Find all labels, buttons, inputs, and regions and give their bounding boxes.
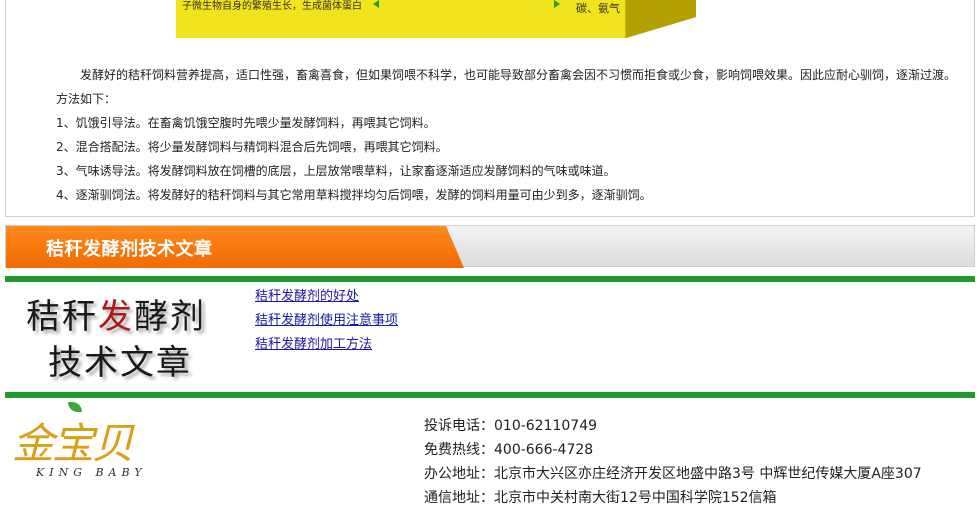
contact-value: 400-666-4728	[494, 442, 594, 458]
method-item: 3、气味诱导法。将发酵饲料放在饲槽的底层，上层放常喂草料，让家畜逐渐适应发酵饲料…	[56, 164, 616, 178]
calligraphy-text-red: 发	[98, 297, 134, 337]
calligraphy-line-1: 秸秆发酵剂	[26, 289, 206, 338]
divider-top	[5, 276, 975, 282]
article-box: 子微生物自身的繁殖生长，生成菌体蛋白 碳、氨气 发酵好的秸秆饲料营养提高，适口性…	[5, 0, 975, 217]
contact-complaint: 投诉电话：010-62110749	[424, 414, 922, 438]
article-link-usage-notes[interactable]: 秸秆发酵剂使用注意事项	[255, 313, 398, 328]
diagram-side-face	[626, 0, 696, 38]
article-link-list: 秸秆发酵剂的好处 秸秆发酵剂使用注意事项 秸秆发酵剂加工方法	[255, 285, 398, 357]
method-item: 4、逐渐驯饲法。将发酵好的秸秆饲料与其它常用草料搅拌均匀后饲喂，发酵的饲料用量可…	[56, 188, 652, 202]
section-title: 秸秆发酵剂技术文章	[46, 239, 213, 260]
diagram-front-face: 子微生物自身的繁殖生长，生成菌体蛋白 碳、氨气	[176, 0, 626, 38]
article-intro: 发酵好的秸秆饲料营养提高，适口性强，畜禽喜食，但如果饲喂不科学，也可能导致部分畜…	[80, 68, 957, 82]
article-text: 发酵好的秸秆饲料营养提高，适口性强，畜禽喜食，但如果饲喂不科学，也可能导致部分畜…	[56, 63, 966, 207]
contact-value: 北京市大兴区亦庄经济开发区地盛中路3号 中辉世纪传媒大厦A座307	[494, 466, 922, 482]
method-item: 2、混合搭配法。将少量发酵饲料与精饲料混合后先饲喂，再喂其它饲料。	[56, 140, 448, 154]
article-link-processing[interactable]: 秸秆发酵剂加工方法	[255, 337, 372, 352]
calligraphy-line-2: 技术文章	[48, 343, 192, 383]
contact-hotline: 免费热线：400-666-4728	[424, 438, 922, 462]
logo-subtext: KING BABY	[36, 466, 147, 479]
logo-text: 金宝贝	[12, 419, 134, 468]
diagram-right-text: 碳、氨气	[576, 2, 620, 15]
list-item: 秸秆发酵剂的好处	[255, 285, 398, 309]
contact-label: 免费热线：	[424, 442, 494, 458]
arrow-right-icon	[554, 0, 560, 8]
divider-bottom	[5, 392, 975, 398]
contact-info: 投诉电话：010-62110749 免费热线：400-666-4728 办公地址…	[424, 414, 922, 510]
contact-value: 010-62110749	[494, 418, 598, 434]
calligraphy-text: 酵剂	[134, 297, 206, 337]
list-item: 秸秆发酵剂使用注意事项	[255, 309, 398, 333]
brand-logo[interactable]: 金宝贝 KING BABY	[8, 402, 188, 492]
contact-label: 办公地址：	[424, 466, 494, 482]
contact-mail: 通信地址：北京市中关村南大街12号中国科学院152信箱	[424, 486, 922, 510]
method-item: 1、饥饿引导法。在畜禽饥饿空腹时先喂少量发酵饲料，再喂其它饲料。	[56, 116, 436, 130]
methods-heading: 方法如下：	[56, 92, 117, 106]
section-header: 秸秆发酵剂技术文章	[5, 225, 975, 268]
diagram-image: 子微生物自身的繁殖生长，生成菌体蛋白 碳、氨气	[176, 0, 696, 40]
contact-label: 通信地址：	[424, 490, 494, 506]
arrow-left-icon	[373, 0, 379, 8]
section-tab: 秸秆发酵剂技术文章	[6, 226, 464, 268]
list-item: 秸秆发酵剂加工方法	[255, 333, 398, 357]
contact-value: 北京市中关村南大街12号中国科学院152信箱	[494, 490, 777, 506]
calligraphy-banner: 秸秆发酵剂 技术文章	[18, 287, 248, 383]
article-link-benefits[interactable]: 秸秆发酵剂的好处	[255, 289, 359, 304]
contact-label: 投诉电话：	[424, 418, 494, 434]
diagram-left-text: 子微生物自身的繁殖生长，生成菌体蛋白	[182, 1, 362, 12]
calligraphy-text: 秸秆	[26, 297, 98, 337]
contact-office: 办公地址：北京市大兴区亦庄经济开发区地盛中路3号 中辉世纪传媒大厦A座307	[424, 462, 922, 486]
